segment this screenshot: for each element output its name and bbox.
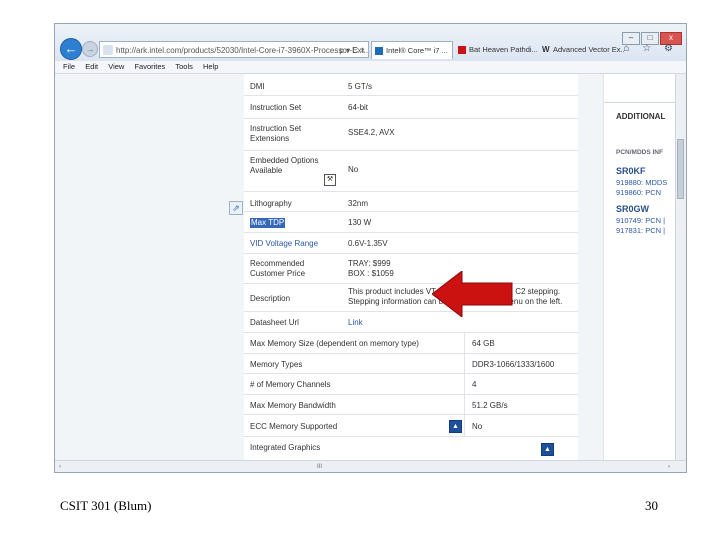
spec-row: Instruction Set 64-bit	[244, 96, 578, 119]
spec-value: 64-bit	[348, 103, 369, 112]
pcn-link[interactable]: 919880: MDDS	[616, 178, 667, 187]
memory-row: Max Memory Bandwidth 51.2 GB/s	[244, 395, 578, 415]
memory-label: Memory Types	[250, 360, 303, 369]
menu-tools[interactable]: Tools	[175, 62, 193, 71]
browser-screenshot: ← → http://ark.intel.com/products/52030/…	[54, 23, 687, 473]
spec-label: Recommended Customer Price	[250, 259, 306, 278]
menu-favorites[interactable]: Favorites	[134, 62, 165, 71]
spec-row: Instruction Set Extensions SSE4.2, AVX	[244, 119, 578, 151]
red-arrow-annotation	[432, 271, 513, 317]
address-bar[interactable]: http://ark.intel.com/products/52030/Inte…	[99, 41, 369, 58]
menu-edit[interactable]: Edit	[85, 62, 98, 71]
info-icon[interactable]: ▲	[449, 420, 462, 433]
memory-value: DDR3-1066/1333/1600	[472, 360, 555, 369]
spec-row: DMI 5 GT/s	[244, 74, 578, 96]
spec-row: Description This product includes VT-d s…	[244, 284, 578, 312]
wrench-icon[interactable]: ⚒	[324, 174, 336, 186]
spec-label: DMI	[250, 82, 265, 91]
spec-value: SSE4.2, AVX	[348, 128, 395, 137]
pcn-link[interactable]: 917831: PCN |	[616, 226, 665, 235]
right-panel-top-box	[604, 74, 675, 103]
menu-file[interactable]: File	[63, 62, 75, 71]
memory-value: 4	[472, 380, 477, 389]
spec-row: Recommended Customer Price TRAY: $999 BO…	[244, 254, 578, 284]
tab-intel[interactable]: Intel® Core™ i7 ...	[371, 41, 453, 59]
spec-row: Datasheet Url Link	[244, 312, 578, 333]
memory-row: Integrated Graphics ▲	[244, 437, 578, 460]
tab-label: Bat Heaven Pathdi...	[469, 45, 537, 54]
spec-row: Embedded Options Available No ⚒	[244, 151, 578, 192]
spec-row: VID Voltage Range 0.6V-1.35V	[244, 233, 578, 254]
spec-label: Datasheet Url	[250, 318, 299, 327]
intel-favicon-icon	[375, 47, 383, 55]
memory-value: 51.2 GB/s	[472, 401, 508, 410]
memory-row: # of Memory Channels 4	[244, 374, 578, 395]
scroll-left-icon[interactable]: ‹	[59, 461, 61, 472]
tab-label: Intel® Core™ i7 ...	[386, 46, 448, 55]
forward-button[interactable]: →	[82, 41, 98, 57]
spec-label: Instruction Set Extensions	[250, 124, 302, 143]
spec-label: Instruction Set	[250, 103, 302, 112]
page-content: DMI 5 GT/s Instruction Set 64-bit Instru…	[55, 74, 675, 460]
tab-youtube[interactable]: Bat Heaven Pathdi...	[455, 41, 537, 59]
menu-bar: File Edit View Favorites Tools Help	[55, 61, 686, 74]
memory-label: Integrated Graphics	[250, 443, 321, 452]
spec-label-link[interactable]: VID Voltage Range	[250, 239, 338, 249]
tab-wikipedia[interactable]: W Advanced Vector Ex...	[539, 41, 625, 59]
menu-help[interactable]: Help	[203, 62, 218, 71]
spec-row-highlighted: Max TDP 130 W	[244, 212, 578, 233]
spec-code: SR0KF	[616, 166, 646, 176]
spec-value: TRAY: $999 BOX : $1059	[348, 259, 394, 278]
datasheet-link[interactable]: Link	[348, 318, 363, 328]
scroll-right-icon[interactable]: ›	[668, 461, 670, 472]
spec-code: SR0GW	[616, 204, 650, 214]
scroll-grip-icon[interactable]: III	[317, 461, 322, 472]
spec-value: No	[348, 165, 359, 174]
external-link-icon[interactable]: ⇗	[229, 201, 243, 215]
memory-row: Max Memory Size (dependent on memory typ…	[244, 333, 578, 354]
right-panel-subtitle: PCN/MDDS INF	[616, 149, 663, 156]
memory-label: # of Memory Channels	[250, 380, 331, 389]
address-controls[interactable]: ρ ▾ C ×	[339, 42, 365, 57]
pcn-link[interactable]: 910749: PCN |	[616, 216, 665, 225]
home-favorites-settings-icons[interactable]: ⌂ ☆ ⚙	[623, 43, 678, 54]
memory-value: 64 GB	[472, 339, 495, 348]
spec-value: 130 W	[348, 218, 372, 227]
spec-row: Lithography 32nm	[244, 192, 578, 212]
slide-page-number: 30	[645, 498, 658, 513]
spec-label-selected[interactable]: Max TDP	[250, 218, 286, 228]
spec-table: DMI 5 GT/s Instruction Set 64-bit Instru…	[244, 74, 578, 460]
memory-row: ECC Memory Supported No ▲	[244, 415, 578, 437]
scroll-thumb[interactable]	[677, 139, 684, 199]
menu-view[interactable]: View	[108, 62, 124, 71]
info-icon[interactable]: ▲	[541, 443, 554, 456]
vertical-scrollbar[interactable]	[675, 74, 686, 460]
memory-row: Memory Types DDR3-1066/1333/1600	[244, 354, 578, 374]
back-button[interactable]: ←	[60, 38, 82, 60]
spec-value: 5 GT/s	[348, 82, 373, 91]
browser-toolbar: ← → http://ark.intel.com/products/52030/…	[55, 24, 686, 62]
spec-label: Lithography	[250, 199, 292, 208]
pcn-link[interactable]: 919860: PCN	[616, 188, 661, 197]
right-panel-title: ADDITIONAL	[616, 112, 666, 121]
spec-label: Description	[250, 294, 291, 303]
memory-value: No	[472, 422, 483, 431]
wikipedia-favicon-icon: W	[542, 45, 550, 54]
memory-label: Max Memory Bandwidth	[250, 401, 336, 410]
spec-label: Embedded Options Available	[250, 156, 319, 175]
memory-label: ECC Memory Supported	[250, 422, 338, 431]
column-divider	[464, 333, 465, 437]
address-text: http://ark.intel.com/products/52030/Inte…	[116, 46, 369, 55]
youtube-favicon-icon	[458, 46, 466, 54]
spec-value: 32nm	[348, 199, 369, 208]
right-panel: ADDITIONAL PCN/MDDS INF SR0KF 919880: MD…	[603, 74, 675, 460]
tab-label: Advanced Vector Ex...	[553, 45, 625, 54]
page-favicon-icon	[103, 45, 113, 55]
memory-label: Max Memory Size (dependent on memory typ…	[250, 339, 419, 348]
horizontal-scrollbar[interactable]: ‹ III ›	[55, 460, 686, 472]
slide-footer-course: CSIT 301 (Blum)	[60, 498, 152, 513]
spec-value: 0.6V-1.35V	[348, 239, 388, 248]
